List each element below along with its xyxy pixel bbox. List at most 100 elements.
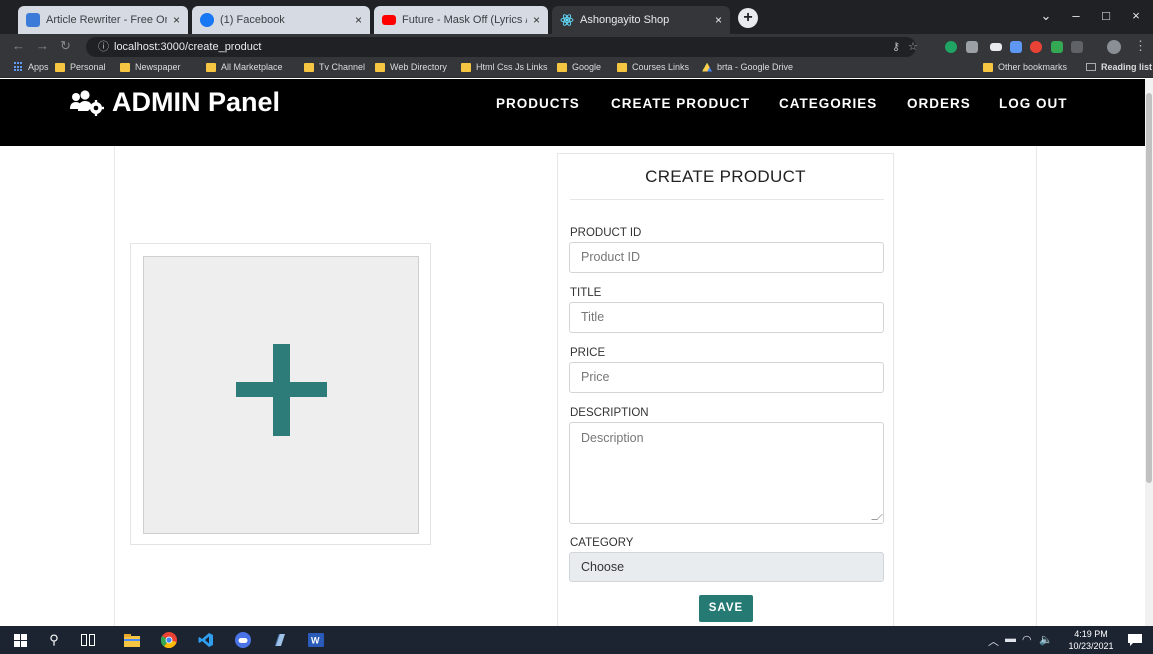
bookmark-folder[interactable]: Web Directory xyxy=(375,62,447,72)
bookmark-folder[interactable]: Html Css Js Links xyxy=(461,62,548,72)
video-extension-icon[interactable] xyxy=(990,43,1002,51)
nav-link-log-out[interactable]: LOG OUT xyxy=(999,96,1068,111)
brand[interactable]: ADMIN Panel xyxy=(70,87,280,118)
nav-link-orders[interactable]: ORDERS xyxy=(907,96,971,111)
save-button[interactable]: SAVE xyxy=(699,595,753,622)
image-upload-area[interactable] xyxy=(143,256,419,534)
new-tab-button[interactable]: + xyxy=(738,8,758,28)
wifi-icon[interactable]: ◠ xyxy=(1022,633,1032,646)
browser-tab-active[interactable]: Ashongayito Shop × xyxy=(552,6,730,34)
product-id-input[interactable]: Product ID xyxy=(569,242,884,273)
extension-icon[interactable] xyxy=(1010,41,1022,53)
column-divider xyxy=(114,146,115,626)
bookmark-folder[interactable]: Personal xyxy=(55,62,106,72)
divider xyxy=(570,199,884,200)
clock-time: 4:19 PM xyxy=(1074,629,1108,639)
brand-title: ADMIN Panel xyxy=(112,87,281,117)
vscode-icon[interactable] xyxy=(196,630,216,650)
admin-navbar: ADMIN Panel PRODUCTS CREATE PRODUCT CATE… xyxy=(0,79,1145,146)
title-label: TITLE xyxy=(570,287,602,299)
extension-icon[interactable] xyxy=(966,41,978,53)
game-app-icon[interactable] xyxy=(233,630,253,650)
bookmark-folder[interactable]: Courses Links xyxy=(617,62,689,72)
facebook-favicon-icon xyxy=(200,13,214,27)
word-icon[interactable]: W xyxy=(306,630,326,650)
bookmarks-bar: Apps Personal Newspaper All Marketplace … xyxy=(0,60,1153,78)
tab-title: (1) Facebook xyxy=(220,14,285,26)
title-input[interactable]: Title xyxy=(569,302,884,333)
resize-grip-icon[interactable] xyxy=(871,514,883,520)
tab-title: Future - Mask Off (Lyrics / Lyric V xyxy=(402,14,527,26)
reload-icon[interactable]: ↻ xyxy=(60,38,71,54)
scrollbar-thumb[interactable] xyxy=(1146,93,1152,483)
price-input[interactable]: Price xyxy=(569,362,884,393)
file-explorer-icon[interactable] xyxy=(122,630,142,650)
bookmark-folder[interactable]: Newspaper xyxy=(120,62,181,72)
extension-icon[interactable] xyxy=(1051,41,1063,53)
folder-icon xyxy=(206,62,216,72)
browser-tab[interactable]: Future - Mask Off (Lyrics / Lyric V × xyxy=(374,6,548,34)
nav-link-categories[interactable]: CATEGORIES xyxy=(779,96,877,111)
bookmark-drive[interactable]: brta - Google Drive xyxy=(702,62,793,72)
article-rewriter-favicon-icon xyxy=(26,13,40,27)
task-view-icon[interactable] xyxy=(78,630,98,650)
forward-arrow-icon[interactable]: → xyxy=(36,38,49,53)
key-icon[interactable]: ⚷ xyxy=(892,37,900,57)
tray-chevron-up-icon[interactable]: ︿ xyxy=(988,633,999,649)
bookmark-label: Courses Links xyxy=(632,62,690,72)
extension-icon[interactable] xyxy=(1030,41,1042,53)
react-favicon-icon xyxy=(560,13,574,27)
tab-close-icon[interactable]: × xyxy=(715,13,722,27)
search-icon[interactable]: ⚲ xyxy=(44,630,64,650)
category-select[interactable]: Choose xyxy=(569,552,884,582)
back-arrow-icon[interactable]: ← xyxy=(12,38,25,53)
puzzle-extensions-icon[interactable] xyxy=(1071,41,1083,53)
youtube-favicon-icon xyxy=(382,15,396,25)
bookmark-label: Other bookmarks xyxy=(998,62,1068,72)
url-text: localhost:3000/create_product xyxy=(114,41,262,53)
bookmark-star-icon[interactable]: ☆ xyxy=(908,37,918,57)
bookmark-folder[interactable]: All Marketplace xyxy=(206,62,283,72)
browser-tab[interactable]: (1) Facebook × xyxy=(192,6,370,34)
notes-app-icon[interactable] xyxy=(270,630,290,650)
folder-icon xyxy=(557,62,567,72)
grammarly-extension-icon[interactable] xyxy=(945,41,957,53)
folder-icon xyxy=(304,62,314,72)
page-scrollbar[interactable] xyxy=(1145,79,1153,626)
other-bookmarks[interactable]: Other bookmarks xyxy=(983,62,1067,72)
maximize-button[interactable]: □ xyxy=(1095,6,1117,26)
nav-link-products[interactable]: PRODUCTS xyxy=(496,96,580,111)
tab-title: Article Rewriter - Free Online Arti xyxy=(46,14,167,26)
create-product-form: CREATE PRODUCT PRODUCT ID Product ID TIT… xyxy=(557,153,894,626)
browser-tab[interactable]: Article Rewriter - Free Online Arti × xyxy=(18,6,188,34)
minimize-button[interactable]: – xyxy=(1065,6,1087,26)
tab-close-icon[interactable]: × xyxy=(173,13,180,27)
bookmark-folder[interactable]: Google xyxy=(557,62,601,72)
column-divider xyxy=(1036,146,1037,626)
image-upload-card xyxy=(130,243,431,545)
tab-close-icon[interactable]: × xyxy=(355,13,362,27)
bookmark-label: Tv Channel xyxy=(319,62,366,72)
taskbar-clock[interactable]: 4:19 PM 10/23/2021 xyxy=(1067,628,1115,652)
profile-avatar-icon[interactable] xyxy=(1107,40,1121,54)
reading-list[interactable]: Reading list xyxy=(1086,62,1152,72)
description-textarea[interactable]: Description xyxy=(569,422,884,524)
folder-icon xyxy=(983,62,993,72)
tab-search-icon[interactable]: ⌄ xyxy=(1035,6,1057,26)
bookmark-folder[interactable]: Tv Channel xyxy=(304,62,365,72)
browser-toolbar: ← → ↻ ⓘ localhost:3000/create_product ⚷ ☆… xyxy=(0,34,1153,60)
windows-start-icon[interactable] xyxy=(10,630,30,650)
notifications-icon[interactable] xyxy=(1125,630,1145,650)
chrome-icon[interactable] xyxy=(159,630,179,650)
tab-close-icon[interactable]: × xyxy=(533,13,540,27)
tab-title: Ashongayito Shop xyxy=(580,14,670,26)
nav-link-create-product[interactable]: CREATE PRODUCT xyxy=(611,96,750,111)
close-window-button[interactable]: × xyxy=(1125,6,1147,26)
address-bar[interactable]: ⓘ localhost:3000/create_product ⚷ ☆ xyxy=(86,37,918,57)
battery-icon[interactable]: ▬ xyxy=(1005,633,1016,645)
bookmark-apps[interactable]: Apps xyxy=(14,62,49,72)
volume-icon[interactable]: 🔈 xyxy=(1039,633,1053,646)
site-info-icon[interactable]: ⓘ xyxy=(98,41,109,53)
browser-menu-icon[interactable]: ⋮ xyxy=(1134,38,1147,54)
main-content: CREATE PRODUCT PRODUCT ID Product ID TIT… xyxy=(0,146,1145,626)
